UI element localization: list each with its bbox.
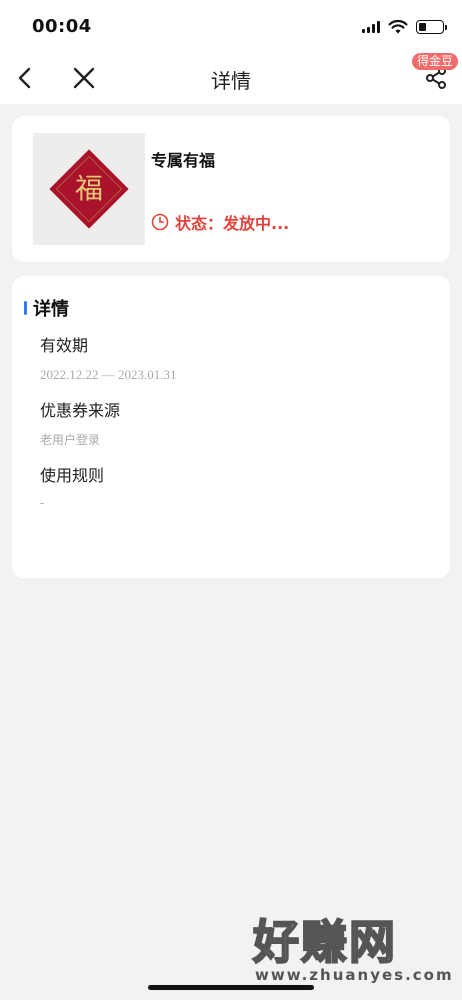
details-card: 详情 有效期 2022.12.22 — 2023.01.31 优惠券来源 老用户… [12, 276, 450, 578]
validity-label: 有效期 [40, 336, 89, 355]
rules-label: 使用规则 [40, 466, 105, 485]
fu-diamond-icon: 福 [49, 149, 129, 229]
battery-icon [416, 20, 447, 34]
coupon-status: 状态：发放中... [151, 210, 289, 234]
nav-bar: 详情 [0, 52, 462, 104]
clock-icon [151, 213, 169, 231]
watermark: 好赚网 www.zhuanyes.com [252, 915, 452, 988]
page-title: 详情 [211, 69, 251, 93]
status-icons [362, 18, 447, 36]
signal-icon [362, 21, 380, 33]
home-indicator[interactable] [148, 985, 314, 990]
gold-bean-badge[interactable]: 得金豆 [411, 53, 458, 70]
section-accent-bar [24, 301, 27, 315]
watermark-brand: 好赚网 [252, 915, 397, 969]
status-bar: 00:04 [0, 0, 462, 52]
source-label: 优惠券来源 [40, 401, 121, 420]
rules-value: - [40, 496, 45, 510]
source-value: 老用户登录 [40, 433, 101, 447]
section-title-text: 详情 [33, 299, 69, 320]
status-time: 00:04 [32, 16, 92, 37]
coupon-card: 福 专属有福 状态：发放中... [12, 116, 450, 262]
validity-value: 2022.12.22 — 2023.01.31 [40, 367, 177, 382]
coupon-image-glyph: 福 [75, 172, 103, 205]
section-title: 详情 [24, 295, 69, 321]
watermark-url: www.zhuanyes.com [255, 966, 454, 984]
coupon-image: 福 [33, 133, 145, 245]
coupon-title: 专属有福 [151, 151, 216, 170]
wifi-icon [388, 19, 408, 34]
coupon-status-text: 状态：发放中... [175, 214, 290, 233]
